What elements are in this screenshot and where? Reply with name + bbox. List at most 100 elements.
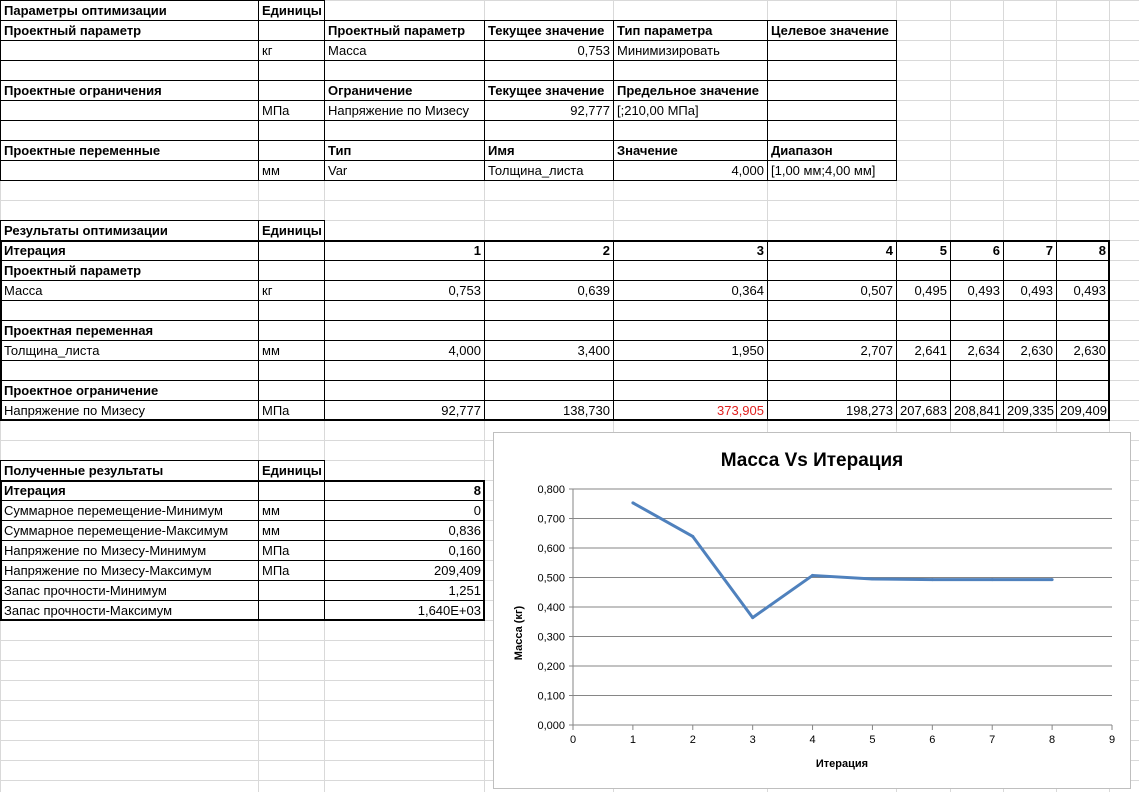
mass-value[interactable]: 0,493 xyxy=(1004,281,1056,300)
dv-header[interactable]: Диапазон xyxy=(768,141,896,160)
thickness-value[interactable]: 2,630 xyxy=(1004,341,1056,360)
obtained-row-unit[interactable] xyxy=(259,601,324,620)
dp-current-value[interactable]: 0,753 xyxy=(485,41,613,60)
obtained-title[interactable]: Полученные результаты xyxy=(1,461,258,480)
iteration-number[interactable]: 7 xyxy=(1004,241,1056,260)
obtained-row-unit[interactable]: МПа xyxy=(259,541,324,560)
stress-value[interactable]: 198,273 xyxy=(768,401,896,420)
thickness-value[interactable]: 2,634 xyxy=(951,341,1003,360)
dv-range[interactable]: [1,00 мм;4,00 мм] xyxy=(768,161,896,180)
thickness-name[interactable]: Толщина_листа xyxy=(1,341,258,360)
stress-value[interactable]: 209,335 xyxy=(1004,401,1056,420)
thickness-value[interactable]: 1,950 xyxy=(614,341,767,360)
mass-vs-iteration-chart[interactable]: Масса Vs Итерация 0,000 0,100 0,200 0,300 0,… xyxy=(493,432,1131,789)
dp-header[interactable]: Целевое значение xyxy=(768,21,896,40)
dc-current-value[interactable]: 92,777 xyxy=(485,101,613,120)
thickness-value[interactable]: 3,400 xyxy=(485,341,613,360)
thickness-value[interactable]: 2,641 xyxy=(897,341,950,360)
dc-unit[interactable]: МПа xyxy=(259,101,324,120)
iteration-number[interactable]: 4 xyxy=(768,241,896,260)
iteration-number[interactable]: 2 xyxy=(485,241,613,260)
dv-header[interactable]: Значение xyxy=(614,141,767,160)
mass-value[interactable]: 0,364 xyxy=(614,281,767,300)
params-title[interactable]: Параметры оптимизации xyxy=(1,1,258,20)
results-dc-label[interactable]: Проектное ограничение xyxy=(1,381,258,400)
dv-name[interactable]: Толщина_листа xyxy=(485,161,613,180)
obtained-row-name[interactable]: Суммарное перемещение-Максимум xyxy=(1,521,258,540)
thickness-value[interactable]: 2,707 xyxy=(768,341,896,360)
dv-value[interactable]: 4,000 xyxy=(614,161,767,180)
dp-unit[interactable]: кг xyxy=(259,41,324,60)
obtained-row-value[interactable]: 0 xyxy=(325,501,484,520)
iteration-number[interactable]: 5 xyxy=(897,241,950,260)
obtained-row-name[interactable]: Итерация xyxy=(1,481,258,500)
mass-value[interactable]: 0,639 xyxy=(485,281,613,300)
results-dv-label[interactable]: Проектная переменная xyxy=(1,321,258,340)
mass-value[interactable]: 0,493 xyxy=(1057,281,1109,300)
obtained-row-unit[interactable] xyxy=(259,581,324,600)
stress-value[interactable]: 208,841 xyxy=(951,401,1003,420)
mass-value[interactable]: 0,753 xyxy=(325,281,484,300)
dc-limit[interactable]: [;210,00 МПа] xyxy=(614,101,767,120)
dv-header[interactable]: Имя xyxy=(485,141,613,160)
dv-type[interactable]: Var xyxy=(325,161,484,180)
obtained-row-value[interactable]: 0,160 xyxy=(325,541,484,560)
iteration-number[interactable]: 8 xyxy=(1057,241,1109,260)
mass-name[interactable]: Масса xyxy=(1,281,258,300)
stress-value[interactable]: 92,777 xyxy=(325,401,484,420)
obtained-row-value[interactable]: 0,836 xyxy=(325,521,484,540)
dc-header[interactable]: Текущее значение xyxy=(485,81,613,100)
obtained-row-name[interactable]: Запас прочности-Максимум xyxy=(1,601,258,620)
stress-value[interactable]: 373,905 xyxy=(614,401,767,420)
params-units-header[interactable]: Единицы xyxy=(259,1,324,20)
obtained-row-name[interactable]: Запас прочности-Минимум xyxy=(1,581,258,600)
obtained-row-unit[interactable] xyxy=(259,481,324,500)
obtained-row-name[interactable]: Суммарное перемещение-Минимум xyxy=(1,501,258,520)
chart-y-tick-label: 0,300 xyxy=(537,632,565,644)
dc-header[interactable]: Предельное значение xyxy=(614,81,896,100)
dv-unit[interactable]: мм xyxy=(259,161,324,180)
obtained-row-unit[interactable]: мм xyxy=(259,521,324,540)
dc-name[interactable]: Напряжение по Мизесу xyxy=(325,101,484,120)
results-units-header[interactable]: Единицы xyxy=(259,221,324,240)
obtained-row-unit[interactable]: МПа xyxy=(259,561,324,580)
obtained-row-value[interactable]: 1,251 xyxy=(325,581,484,600)
dp-header[interactable]: Проектный параметр xyxy=(325,21,484,40)
obtained-row-name[interactable]: Напряжение по Мизесу-Максимум xyxy=(1,561,258,580)
design-parameter-label[interactable]: Проектный параметр xyxy=(1,21,258,40)
thickness-unit[interactable]: мм xyxy=(259,341,324,360)
obtained-row-name[interactable]: Напряжение по Мизесу-Минимум xyxy=(1,541,258,560)
obtained-row-value[interactable]: 209,409 xyxy=(325,561,484,580)
mass-value[interactable]: 0,493 xyxy=(951,281,1003,300)
obtained-row-value[interactable]: 1,640E+03 xyxy=(325,601,484,620)
chart-y-tick-label: 0,000 xyxy=(537,720,565,732)
stress-value[interactable]: 138,730 xyxy=(485,401,613,420)
obtained-row-unit[interactable]: мм xyxy=(259,501,324,520)
design-variables-label[interactable]: Проектные переменные xyxy=(1,141,258,160)
stress-name[interactable]: Напряжение по Мизесу xyxy=(1,401,258,420)
dp-name[interactable]: Масса xyxy=(325,41,484,60)
mass-value[interactable]: 0,495 xyxy=(897,281,950,300)
thickness-value[interactable]: 4,000 xyxy=(325,341,484,360)
dp-target[interactable] xyxy=(768,41,896,60)
stress-value[interactable]: 207,683 xyxy=(897,401,950,420)
design-constraints-label[interactable]: Проектные ограничения xyxy=(1,81,258,100)
iteration-number[interactable]: 6 xyxy=(951,241,1003,260)
mass-unit[interactable]: кг xyxy=(259,281,324,300)
stress-value[interactable]: 209,409 xyxy=(1057,401,1109,420)
iteration-label[interactable]: Итерация xyxy=(1,241,258,260)
obtained-row-value[interactable]: 8 xyxy=(325,481,484,500)
obtained-units-header[interactable]: Единицы xyxy=(259,461,324,480)
dv-header[interactable]: Тип xyxy=(325,141,484,160)
dp-header[interactable]: Тип параметра xyxy=(614,21,767,40)
dc-header[interactable]: Ограничение xyxy=(325,81,484,100)
mass-value[interactable]: 0,507 xyxy=(768,281,896,300)
thickness-value[interactable]: 2,630 xyxy=(1057,341,1109,360)
stress-unit[interactable]: МПа xyxy=(259,401,324,420)
results-dp-label[interactable]: Проектный параметр xyxy=(1,261,258,280)
iteration-number[interactable]: 3 xyxy=(614,241,767,260)
dp-type[interactable]: Минимизировать xyxy=(614,41,767,60)
iteration-number[interactable]: 1 xyxy=(325,241,484,260)
dp-header[interactable]: Текущее значение xyxy=(485,21,613,40)
results-title[interactable]: Результаты оптимизации xyxy=(1,221,258,240)
